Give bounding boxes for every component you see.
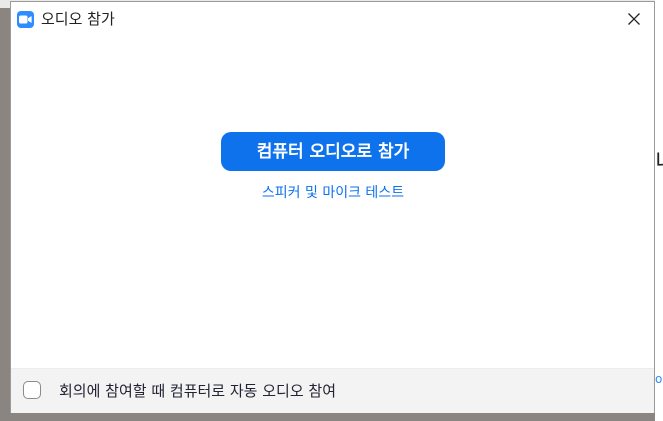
background-app-link: o bbox=[655, 372, 663, 386]
dialog-title: 오디오 참가 bbox=[41, 10, 115, 28]
background-app-text: 니 bbox=[655, 152, 663, 174]
zoom-video-camera-icon bbox=[17, 11, 34, 28]
join-audio-dialog: 오디오 참가 컴퓨터 오디오로 참가 스피커 및 마이크 테스트 회의에 참여할… bbox=[10, 1, 655, 413]
dialog-titlebar: 오디오 참가 bbox=[11, 2, 654, 36]
auto-join-audio-label[interactable]: 회의에 참여할 때 컴퓨터로 자동 오디오 참여 bbox=[59, 382, 336, 400]
close-icon bbox=[628, 13, 640, 25]
auto-join-audio-checkbox[interactable] bbox=[23, 381, 41, 399]
dialog-footer: 회의에 참여할 때 컴퓨터로 자동 오디오 참여 bbox=[11, 368, 654, 413]
test-speaker-mic-link[interactable]: 스피커 및 마이크 테스트 bbox=[221, 184, 445, 202]
background-app-panel bbox=[655, 0, 663, 421]
close-button[interactable] bbox=[619, 6, 649, 32]
join-computer-audio-button[interactable]: 컴퓨터 오디오로 참가 bbox=[221, 132, 445, 171]
